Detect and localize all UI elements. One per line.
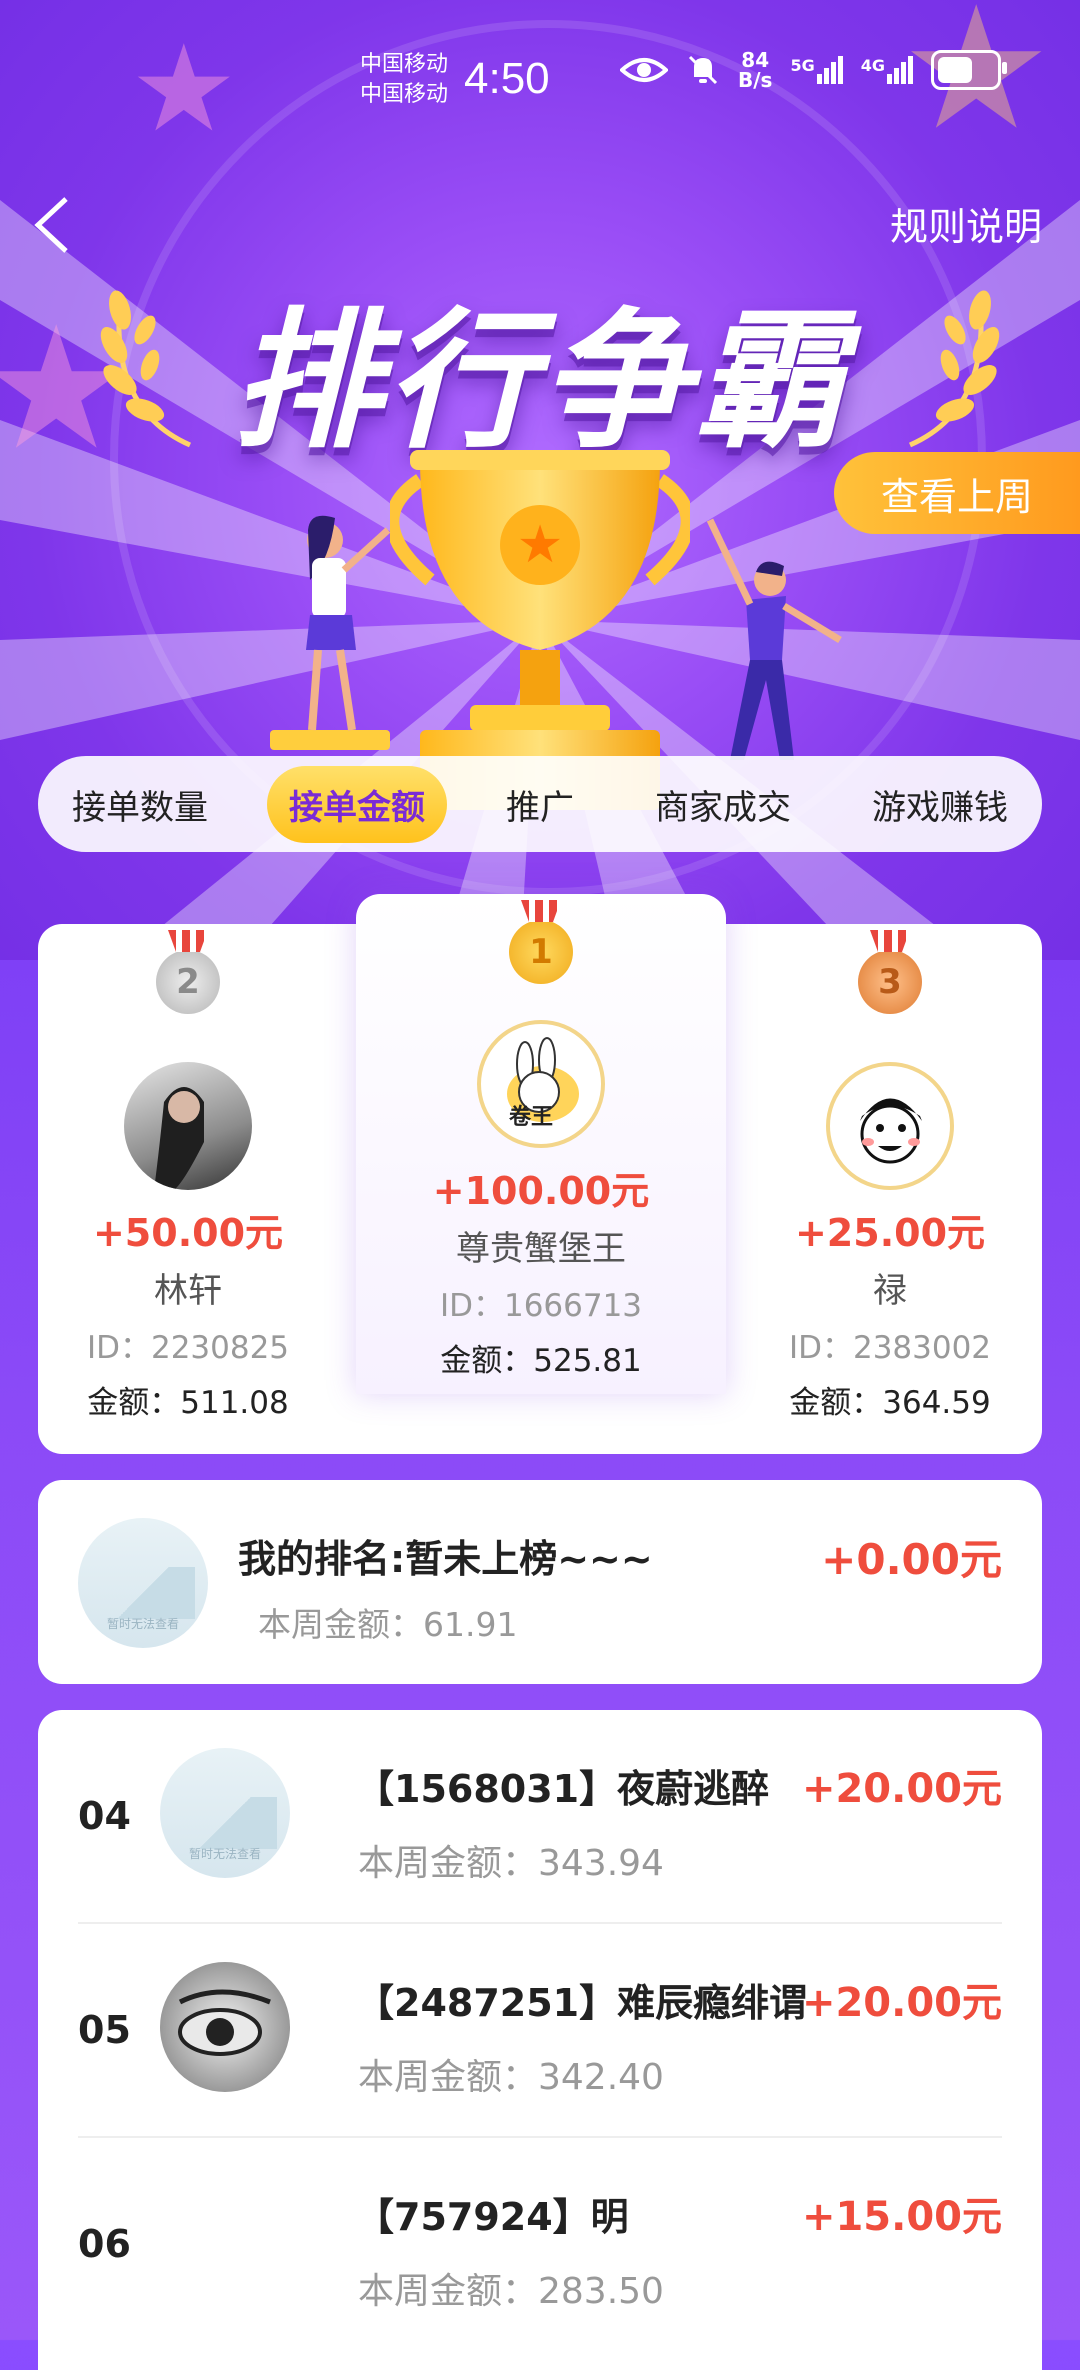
reward-amount: +50.00元 [92, 1211, 284, 1255]
tab-order-count[interactable]: 接单数量 [50, 766, 230, 843]
user-amount: 金额：364.59 [789, 1385, 991, 1421]
reward-amount: +25.00元 [794, 1211, 986, 1255]
user-name: 林轩 [154, 1271, 222, 1311]
cartoon-face-icon [860, 1098, 922, 1164]
list-item-reward: +20.00元 [801, 1980, 1002, 2026]
my-reward: +0.00元 [821, 1535, 1002, 1584]
avatar-placeholder-icon: 暂时无法查看 [160, 1748, 290, 1878]
status-bar: 中国移动 中国移动 4:50 84 B/s 5G 4G [0, 40, 1080, 120]
view-last-week-button[interactable]: 查看上周 [834, 452, 1080, 534]
rank-number: 05 [78, 2008, 131, 2052]
status-time: 4:50 [464, 54, 550, 103]
avatar-photo-icon [154, 1087, 204, 1190]
net-speed-unit: B/s [738, 68, 773, 92]
medal-1-icon: 1 [509, 920, 573, 984]
net-speed: 84 B/s [738, 50, 772, 90]
avatar-placeholder-icon: 暂时无法查看 [78, 1518, 208, 1648]
tab-order-amount[interactable]: 接单金额 [267, 765, 447, 843]
my-week-amount: 本周金额：61.91 [258, 1605, 518, 1644]
signal-5g-icon: 5G [790, 56, 843, 84]
signal-4g-icon: 4G [861, 56, 913, 84]
list-item-reward: +15.00元 [801, 2194, 1002, 2240]
net-speed-value: 84 [741, 48, 770, 72]
list-item-title: 【2487251】难辰瘾绯谓 [356, 1981, 808, 2025]
user-id: ID：2230825 [86, 1330, 290, 1366]
avatar [826, 1062, 954, 1190]
tab-game-earnings[interactable]: 游戏赚钱 [850, 766, 1030, 843]
banner-title: 排行争霸 [231, 295, 848, 469]
avatar [160, 1962, 290, 2092]
tab-promotion[interactable]: 推广 [484, 766, 596, 843]
user-id: ID：1666713 [439, 1288, 643, 1324]
battery-icon [930, 50, 1007, 90]
mute-bell-icon [688, 55, 718, 85]
medal-2-icon: 2 [156, 950, 220, 1014]
avatar: 卷王 [477, 1020, 605, 1148]
list-item-week-amount: 本周金额：343.94 [358, 1843, 664, 1884]
avatar-placeholder-text: 暂时无法查看 [106, 1617, 179, 1632]
svg-text:★: ★ [517, 515, 564, 575]
rank-number: 04 [78, 1794, 131, 1838]
carrier-labels: 中国移动 中国移动 [360, 50, 448, 110]
my-rank-title: 我的排名:暂未上榜~~~ [238, 1537, 653, 1581]
list-item[interactable]: 04 暂时无法查看 【1568031】夜蔚逃醉 本周金额：343.94 +20.… [38, 1710, 1042, 1924]
svg-text:卷王: 卷王 [508, 1104, 553, 1130]
user-amount: 金额：511.08 [87, 1385, 289, 1421]
rank-third[interactable]: 3 +25.00元 禄 ID：2383002 金额：364.59 [750, 950, 1030, 1422]
user-name: 尊贵蟹堡王 [456, 1229, 626, 1269]
woman-figure-icon [270, 515, 391, 750]
reward-amount: +100.00元 [432, 1169, 650, 1213]
avatar [124, 1062, 252, 1190]
list-item-week-amount: 本周金额：342.40 [358, 2057, 664, 2098]
rank-second[interactable]: 2 +50.00元 林轩 ID：2230825 金额：511.08 [48, 950, 328, 1422]
ranking-tabs: 接单数量 接单金额 推广 商家成交 游戏赚钱 [38, 756, 1042, 852]
user-name: 禄 [873, 1271, 907, 1311]
list-item-week-amount: 本周金额：283.50 [358, 2271, 664, 2312]
eye-icon [620, 58, 668, 82]
list-item-title: 【1568031】夜蔚逃醉 [356, 1767, 770, 1811]
avatar-placeholder-text: 暂时无法查看 [188, 1847, 261, 1862]
medal-3-icon: 3 [858, 950, 922, 1014]
rules-link[interactable]: 规则说明 [890, 196, 1042, 251]
eye-sketch-icon [178, 1989, 271, 2056]
status-icons: 84 B/s 5G 4G [620, 50, 1007, 90]
rank-number: 06 [78, 2222, 131, 2266]
bunny-sticker-icon: 卷王 [507, 1037, 579, 1130]
carrier-2: 中国移动 [360, 82, 449, 107]
ranking-list: 04 暂时无法查看 【1568031】夜蔚逃醉 本周金额：343.94 +20.… [38, 1710, 1042, 2370]
user-amount: 金额：525.81 [440, 1343, 642, 1379]
rank-first[interactable]: 1 卷王 +100.00元 尊贵蟹堡王 ID：1666713 金额：525.81 [391, 920, 691, 1380]
chevron-left-icon [34, 197, 68, 253]
tab-merchant-deals[interactable]: 商家成交 [633, 766, 813, 843]
signal-5g-label: 5G [790, 56, 815, 75]
list-item[interactable]: 05 【2487251】难辰瘾绯谓 本周金额：342.40 +20.00元 [38, 1924, 1042, 2138]
my-rank-card[interactable]: 暂时无法查看 我的排名:暂未上榜~~~ 本周金额：61.91 +0.00元 [38, 1480, 1042, 1684]
signal-4g-label: 4G [860, 56, 885, 75]
user-id: ID：2383002 [788, 1330, 992, 1366]
list-item-title: 【757924】明 [356, 2195, 629, 2239]
list-item[interactable]: 06 【757924】明 本周金额：283.50 +15.00元 [38, 2138, 1042, 2352]
list-item-reward: +20.00元 [801, 1766, 1002, 1812]
man-figure-icon [706, 518, 842, 760]
carrier-1: 中国移动 [360, 52, 449, 77]
